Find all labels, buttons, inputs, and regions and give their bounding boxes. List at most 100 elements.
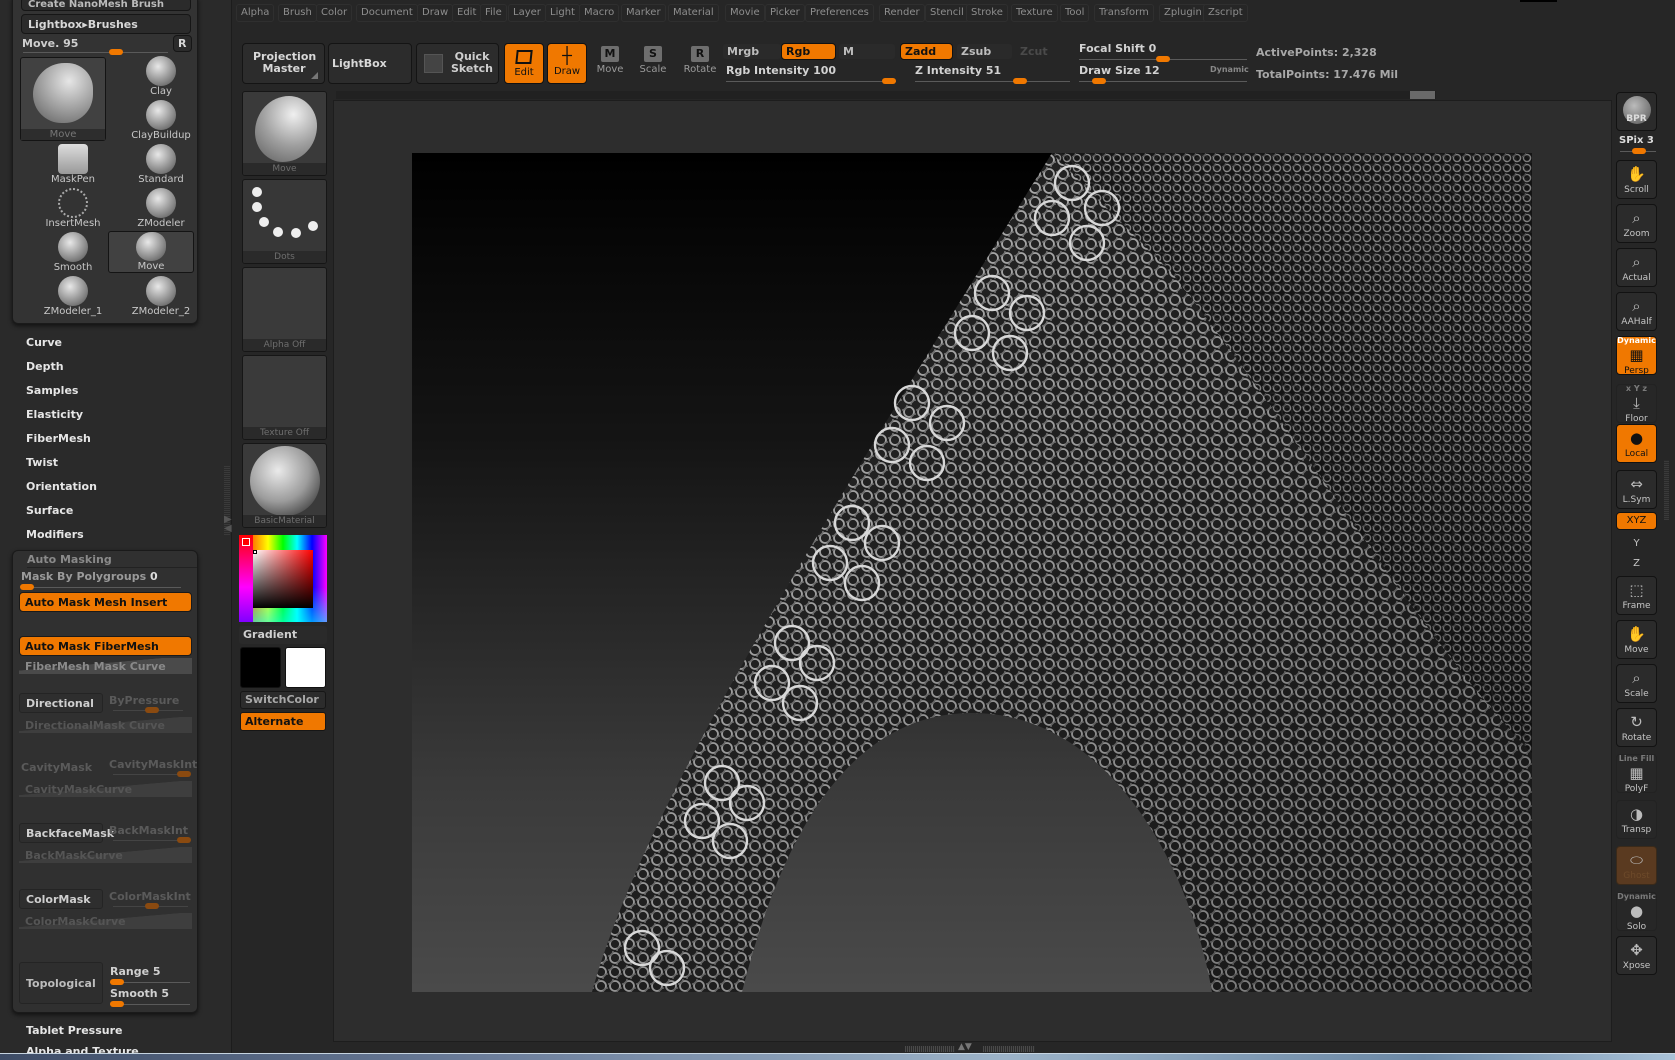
bpr-render-button[interactable]: BPR [1616,92,1657,131]
subpalette-orientation[interactable]: Orientation [26,480,97,493]
menu-picker[interactable]: Picker [765,4,805,22]
menu-alpha[interactable]: Alpha [236,4,275,22]
z-intensity-track[interactable] [915,81,1070,82]
brush-zmodeler[interactable]: ZModeler [118,187,204,229]
cavity-mask-toggle[interactable]: CavityMask [21,761,92,774]
brush-slider-track[interactable] [23,52,168,53]
menu-brush[interactable]: Brush [278,4,317,22]
menu-layer[interactable]: Layer [508,4,546,22]
subpalette-tablet-pressure[interactable]: Tablet Pressure [26,1024,122,1037]
fibermesh-mask-curve[interactable]: FiberMesh Mask Curve [19,658,192,674]
dynamic-draw-size-toggle[interactable]: Dynamic [1210,65,1249,74]
tray-collapse-arrow-icon[interactable]: ▶ ◀ [224,515,232,534]
edit-mode-button[interactable]: Edit [504,43,544,84]
back-mask-int-knob[interactable] [177,837,191,843]
gradient-toggle[interactable]: Gradient [239,626,327,644]
subpalette-alpha-and-texture[interactable]: Alpha and Texture [26,1045,139,1053]
brush-standard[interactable]: Standard [118,143,204,185]
shelf-rotate-button[interactable]: ↻ Rotate [1616,708,1657,747]
saturation-value-square[interactable] [253,550,313,608]
current-brush-tile[interactable]: Move [242,91,327,176]
brush-smooth[interactable]: Smooth [30,231,116,273]
subpalette-curve[interactable]: Curve [26,336,62,349]
projection-master-button[interactable]: Projection Master [242,43,325,84]
backface-mask-toggle[interactable]: BackfaceMask [19,823,114,843]
move-mode-button[interactable]: M Move [590,46,630,82]
menu-preferences[interactable]: Preferences [805,4,874,22]
mask-by-polygroups-track[interactable] [21,587,181,588]
quick-sketch-button[interactable]: Quick Sketch [416,43,499,84]
mrgb-toggle[interactable]: Mrgb [722,43,782,60]
mask-by-polygroups-knob[interactable] [20,584,34,590]
color-picker[interactable] [239,535,327,622]
shelf-scroll-button[interactable]: ✋ Scroll [1616,160,1657,199]
shelf-solo-button[interactable]: Dynamic ● Solo [1616,892,1657,932]
subpalette-elasticity[interactable]: Elasticity [26,408,83,421]
color-cursor[interactable] [253,550,257,554]
auto-masking-title[interactable]: Auto Masking [27,551,197,568]
shelf-z-button[interactable]: Z [1616,556,1657,574]
zcut-toggle[interactable]: Zcut [1016,44,1056,61]
shelf-xyz-button[interactable]: XYZ [1616,512,1657,530]
reset-button[interactable]: R [173,35,192,52]
directional-mask-curve[interactable]: DirectionalMask Curve [19,717,192,733]
shelf-y-button[interactable]: Y [1616,536,1657,554]
menu-stroke[interactable]: Stroke [966,4,1008,22]
menu-transform[interactable]: Transform [1094,4,1154,22]
shelf-local-button[interactable]: ● Local [1616,424,1657,463]
rgb-intensity-knob[interactable] [882,78,896,84]
brush-move[interactable]: Move [108,231,194,273]
color-mask-int-knob[interactable] [145,903,159,909]
menu-tool[interactable]: Tool [1060,4,1090,22]
menu-macro[interactable]: Macro [579,4,620,22]
zadd-toggle[interactable]: Zadd [900,43,953,60]
brush-zmodeler-2[interactable]: ZModeler_2 [118,275,204,317]
switch-color-button[interactable]: SwitchColor [240,691,326,709]
main-color-swatch[interactable] [240,647,281,688]
menu-file[interactable]: File [480,4,507,22]
shelf-actual-button[interactable]: ⌕ Actual [1616,248,1657,287]
brush-insertmesh[interactable]: InsertMesh [30,187,116,229]
brush-move-large[interactable]: Move [20,57,106,141]
m-toggle[interactable]: M [838,43,896,60]
shelf-persp-button[interactable]: Dynamic ▦ Persp [1616,336,1657,376]
shelf-zoom-button[interactable]: ⌕ Zoom [1616,204,1657,243]
range-knob[interactable] [110,979,124,985]
document-scroll-track[interactable] [336,91,1436,99]
auto-mask-mesh-insert-toggle[interactable]: Auto Mask Mesh Insert [19,592,192,612]
3d-viewport-canvas[interactable] [412,153,1532,992]
document-scroll-thumb[interactable] [1410,91,1435,99]
spix-knob[interactable] [1632,148,1646,154]
cavity-mask-curve[interactable]: CavityMaskCurve [19,781,192,797]
menu-zplugin[interactable]: Zplugin [1159,4,1207,22]
alpha-tile[interactable]: Alpha Off [242,267,327,352]
by-pressure-knob[interactable] [145,707,159,713]
material-tile[interactable]: BasicMaterial [242,443,327,528]
bottom-shelf-handle[interactable]: ▲▼ [905,1043,1035,1052]
shelf-xpose-button[interactable]: ✥ Xpose [1616,936,1657,975]
draw-size-knob[interactable] [1092,78,1106,84]
menu-material[interactable]: Material [668,4,719,22]
color-mask-toggle[interactable]: ColorMask [19,889,103,909]
rgb-intensity-track[interactable] [726,81,896,82]
directional-toggle[interactable]: Directional [19,693,103,713]
right-tray-drag-handle[interactable] [1664,460,1669,520]
brush-claybuildup[interactable]: ClayBuildup [118,99,204,141]
rotate-mode-button[interactable]: R Rotate [680,46,720,82]
menu-movie[interactable]: Movie [725,4,765,22]
smooth-knob[interactable] [110,1001,124,1007]
menu-zscript[interactable]: Zscript [1203,4,1248,22]
menu-marker[interactable]: Marker [621,4,666,22]
subpalette-modifiers[interactable]: Modifiers [26,528,84,541]
shelf-polyf-button[interactable]: Line Fill ▦ PolyF [1616,754,1657,794]
shelf-transp-button[interactable]: ◑ Transp [1616,800,1657,839]
menu-render[interactable]: Render [879,4,925,22]
rgb-toggle[interactable]: Rgb [781,43,836,60]
auto-mask-fibermesh-toggle[interactable]: Auto Mask FiberMesh [19,636,192,656]
menu-texture[interactable]: Texture [1011,4,1058,22]
subpalette-depth[interactable]: Depth [26,360,64,373]
shelf-floor-button[interactable]: x Y z ⤓ Floor [1616,384,1657,424]
menu-document[interactable]: Document [356,4,418,22]
shelf-ghost-button[interactable]: ⬭ Ghost [1616,846,1657,885]
scale-mode-button[interactable]: S Scale [633,46,673,82]
